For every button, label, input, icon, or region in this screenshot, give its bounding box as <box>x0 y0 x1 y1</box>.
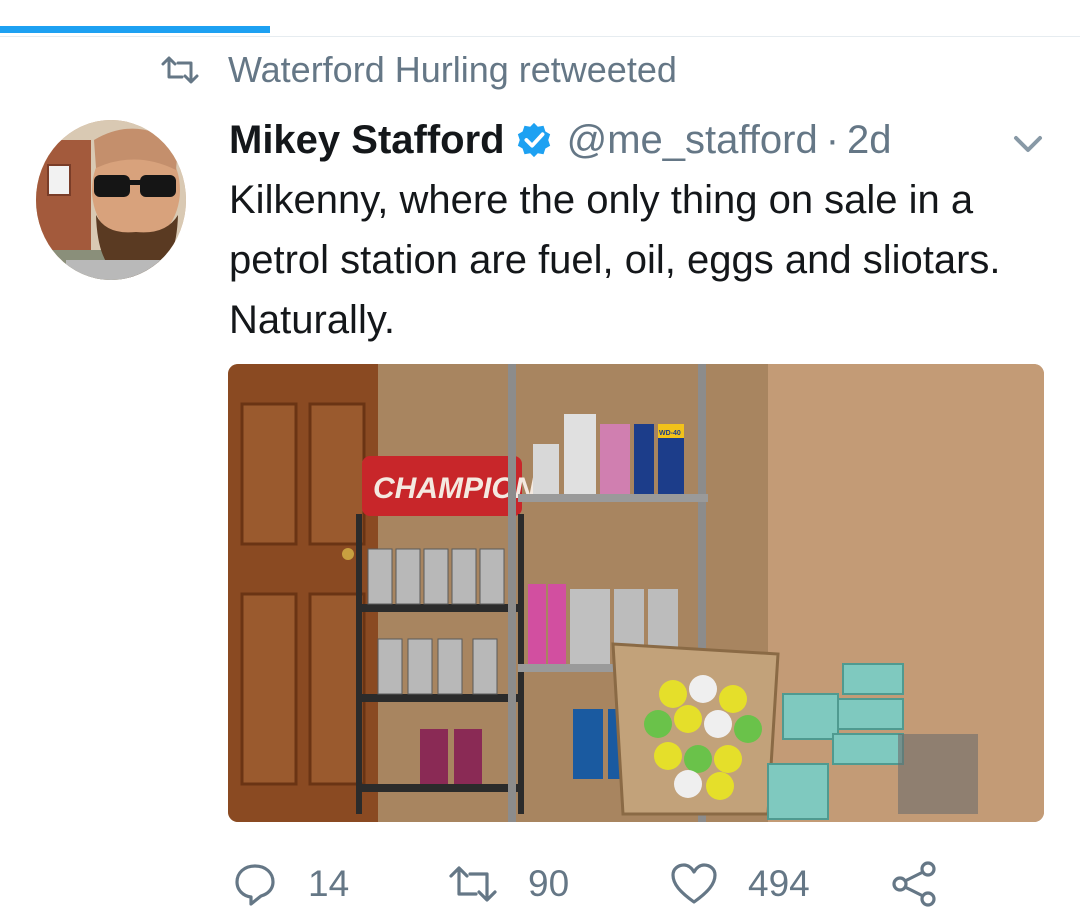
like-button[interactable]: 494 <box>670 852 810 916</box>
tweet-media-photo[interactable]: CHAMPION WD-40 <box>228 364 1044 822</box>
user-avatar-image <box>36 120 186 280</box>
user-handle[interactable]: @me_stafford <box>567 118 818 163</box>
retweet-button[interactable]: 90 <box>448 852 569 916</box>
reply-icon <box>235 864 275 906</box>
separator-dot: · <box>825 117 840 162</box>
verified-badge-icon <box>517 122 550 158</box>
chevron-down-icon[interactable] <box>1010 130 1046 156</box>
tweet-text: Kilkenny, where the only thing on sale i… <box>229 178 1001 342</box>
retweet-icon <box>161 56 199 84</box>
avatar[interactable] <box>36 120 186 280</box>
timestamp[interactable]: 2d <box>847 118 892 163</box>
tweet-actions: 14 90 494 <box>0 852 1080 916</box>
tweet-header: Mikey Stafford @me_stafford · 2d <box>229 112 892 168</box>
shop-shelves-photo: CHAMPION WD-40 <box>228 364 1044 822</box>
loading-progress-track <box>0 0 1080 37</box>
like-count: 494 <box>748 863 810 904</box>
reply-button[interactable]: 14 <box>232 852 349 916</box>
heart-icon <box>671 863 717 904</box>
share-button[interactable] <box>890 852 970 916</box>
wd40-can-label: WD-40 <box>659 430 681 437</box>
loading-progress-bar <box>0 26 270 33</box>
share-icon <box>892 861 936 907</box>
display-name[interactable]: Mikey Stafford <box>229 118 505 163</box>
retweet-icon <box>449 866 497 902</box>
reply-count: 14 <box>308 863 350 904</box>
retweet-context-label: Waterford Hurling retweeted <box>228 49 677 90</box>
retweet-context[interactable]: Waterford Hurling retweeted <box>160 46 677 94</box>
retweet-count: 90 <box>528 863 570 904</box>
